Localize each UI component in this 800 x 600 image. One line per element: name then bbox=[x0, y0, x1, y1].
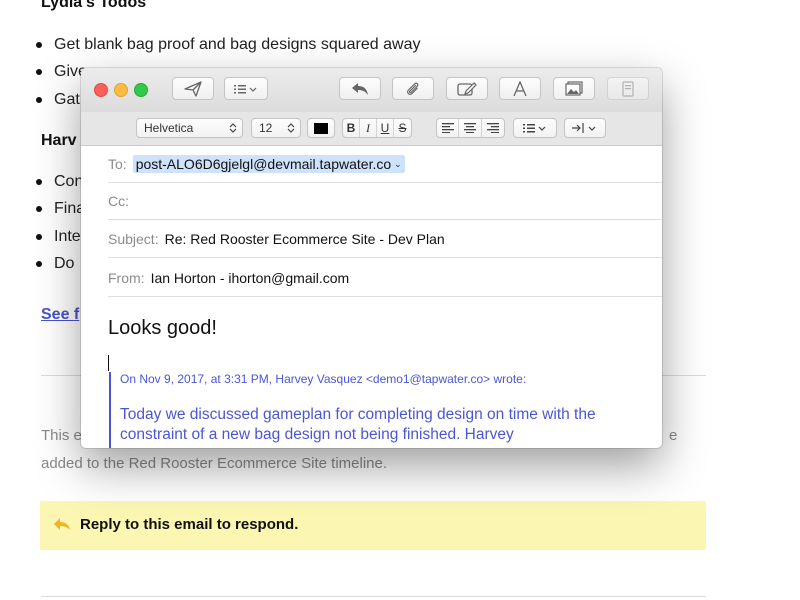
cc-field[interactable]: Cc: bbox=[108, 183, 662, 220]
font-family-value: Helvetica bbox=[144, 121, 194, 135]
list-item: Fina bbox=[36, 195, 85, 222]
reply-arrow-icon bbox=[54, 518, 70, 530]
header-fields-button[interactable] bbox=[224, 77, 268, 100]
align-left-icon bbox=[441, 123, 454, 133]
stepper-icon bbox=[286, 122, 296, 134]
close-button[interactable] bbox=[94, 83, 108, 97]
list-item: Inte bbox=[36, 223, 85, 250]
zoom-button[interactable] bbox=[134, 83, 148, 97]
reply-text: Reply to this email to respond. bbox=[80, 516, 299, 533]
to-field[interactable]: To: post-ALO6D6gjelgl@devmail.tapwater.c… bbox=[108, 146, 662, 183]
bullet-list-icon bbox=[523, 124, 546, 133]
format-icon bbox=[622, 80, 634, 97]
compose-window: Helvetica 12 B I U S To: post-ALO6D6gjel… bbox=[81, 68, 662, 448]
align-center-button[interactable] bbox=[459, 119, 482, 137]
text-style-group: B I U S bbox=[342, 118, 412, 138]
text-caret bbox=[108, 355, 109, 371]
subject-value: Re: Red Rooster Ecommerce Site - Dev Pla… bbox=[164, 231, 445, 247]
underline-button[interactable]: U bbox=[377, 119, 394, 137]
align-right-button[interactable] bbox=[482, 119, 504, 137]
subject-field[interactable]: Subject: Re: Red Rooster Ecommerce Site … bbox=[108, 221, 662, 258]
from-field[interactable]: From: Ian Horton - ihorton@gmail.com bbox=[108, 260, 662, 297]
todo-heading: Lydia's Todos bbox=[41, 0, 147, 11]
font-size-select[interactable]: 12 bbox=[251, 118, 301, 138]
list-item: Get blank bag proof and bag designs squa… bbox=[36, 31, 420, 58]
send-icon bbox=[184, 80, 202, 97]
divider bbox=[41, 596, 706, 597]
message-body[interactable]: Looks good! On Nov 9, 2017, at 3:31 PM, … bbox=[108, 298, 662, 448]
photo-icon bbox=[565, 80, 583, 96]
paragraph-line: added to the Red Rooster Ecommerce Site … bbox=[41, 455, 388, 472]
from-value: Ian Horton - ihorton@gmail.com bbox=[150, 270, 350, 286]
see-full-link[interactable]: See f bbox=[41, 306, 79, 324]
font-family-select[interactable]: Helvetica bbox=[136, 118, 243, 138]
todo-list-2: Con Fina Inte Do bbox=[36, 168, 85, 277]
stepper-icon bbox=[228, 122, 238, 134]
text-color-well[interactable] bbox=[307, 118, 335, 138]
reply-banner: Reply to this email to respond. bbox=[40, 501, 706, 550]
title-bar bbox=[81, 68, 662, 112]
send-button[interactable] bbox=[172, 77, 214, 100]
attachment-icon bbox=[407, 82, 419, 95]
cc-label: Cc: bbox=[108, 193, 129, 209]
format-bar-button[interactable] bbox=[607, 77, 649, 100]
quote-header: On Nov 9, 2017, at 3:31 PM, Harvey Vasqu… bbox=[120, 372, 527, 386]
to-label: To: bbox=[108, 156, 127, 172]
list-icon bbox=[234, 84, 257, 93]
align-right-icon bbox=[486, 123, 499, 133]
alignment-group bbox=[436, 118, 505, 138]
align-center-icon bbox=[464, 123, 477, 133]
color-swatch bbox=[314, 122, 328, 134]
from-label: From: bbox=[108, 270, 145, 286]
list-style-select[interactable] bbox=[513, 118, 557, 138]
bold-button[interactable]: B bbox=[343, 119, 360, 137]
list-item: Con bbox=[36, 168, 85, 195]
photo-browser-button[interactable] bbox=[553, 77, 595, 100]
strikethrough-button[interactable]: S bbox=[394, 119, 411, 137]
format-bar: Helvetica 12 B I U S bbox=[81, 112, 662, 146]
font-size-value: 12 bbox=[259, 121, 273, 135]
attach-button[interactable] bbox=[392, 77, 434, 100]
subject-label: Subject: bbox=[108, 231, 159, 247]
minimize-button[interactable] bbox=[114, 83, 128, 97]
markup-icon bbox=[457, 81, 477, 96]
markup-button[interactable] bbox=[446, 77, 488, 100]
section-heading: Harv bbox=[41, 132, 77, 149]
quote-bar bbox=[109, 372, 111, 448]
greeting-text: Looks good! bbox=[108, 317, 217, 339]
indent-select[interactable] bbox=[564, 118, 606, 138]
list-item: Do bbox=[36, 250, 85, 277]
indent-icon bbox=[572, 123, 596, 133]
font-icon bbox=[513, 80, 527, 96]
quoted-text: Today we discussed gameplan for completi… bbox=[120, 406, 596, 443]
reply-icon bbox=[352, 82, 368, 95]
italic-button[interactable]: I bbox=[360, 119, 377, 137]
chevron-down-icon[interactable]: ⌄ bbox=[394, 159, 402, 170]
align-left-button[interactable] bbox=[437, 119, 460, 137]
paragraph-tail: e bbox=[669, 427, 678, 444]
fonts-button[interactable] bbox=[499, 77, 541, 100]
recipient-token[interactable]: post-ALO6D6gjelgl@devmail.tapwater.co ⌄ bbox=[132, 155, 405, 173]
recipient-address: post-ALO6D6gjelgl@devmail.tapwater.co bbox=[135, 156, 392, 172]
paragraph-start: This e bbox=[41, 427, 82, 444]
reply-button[interactable] bbox=[339, 77, 381, 100]
